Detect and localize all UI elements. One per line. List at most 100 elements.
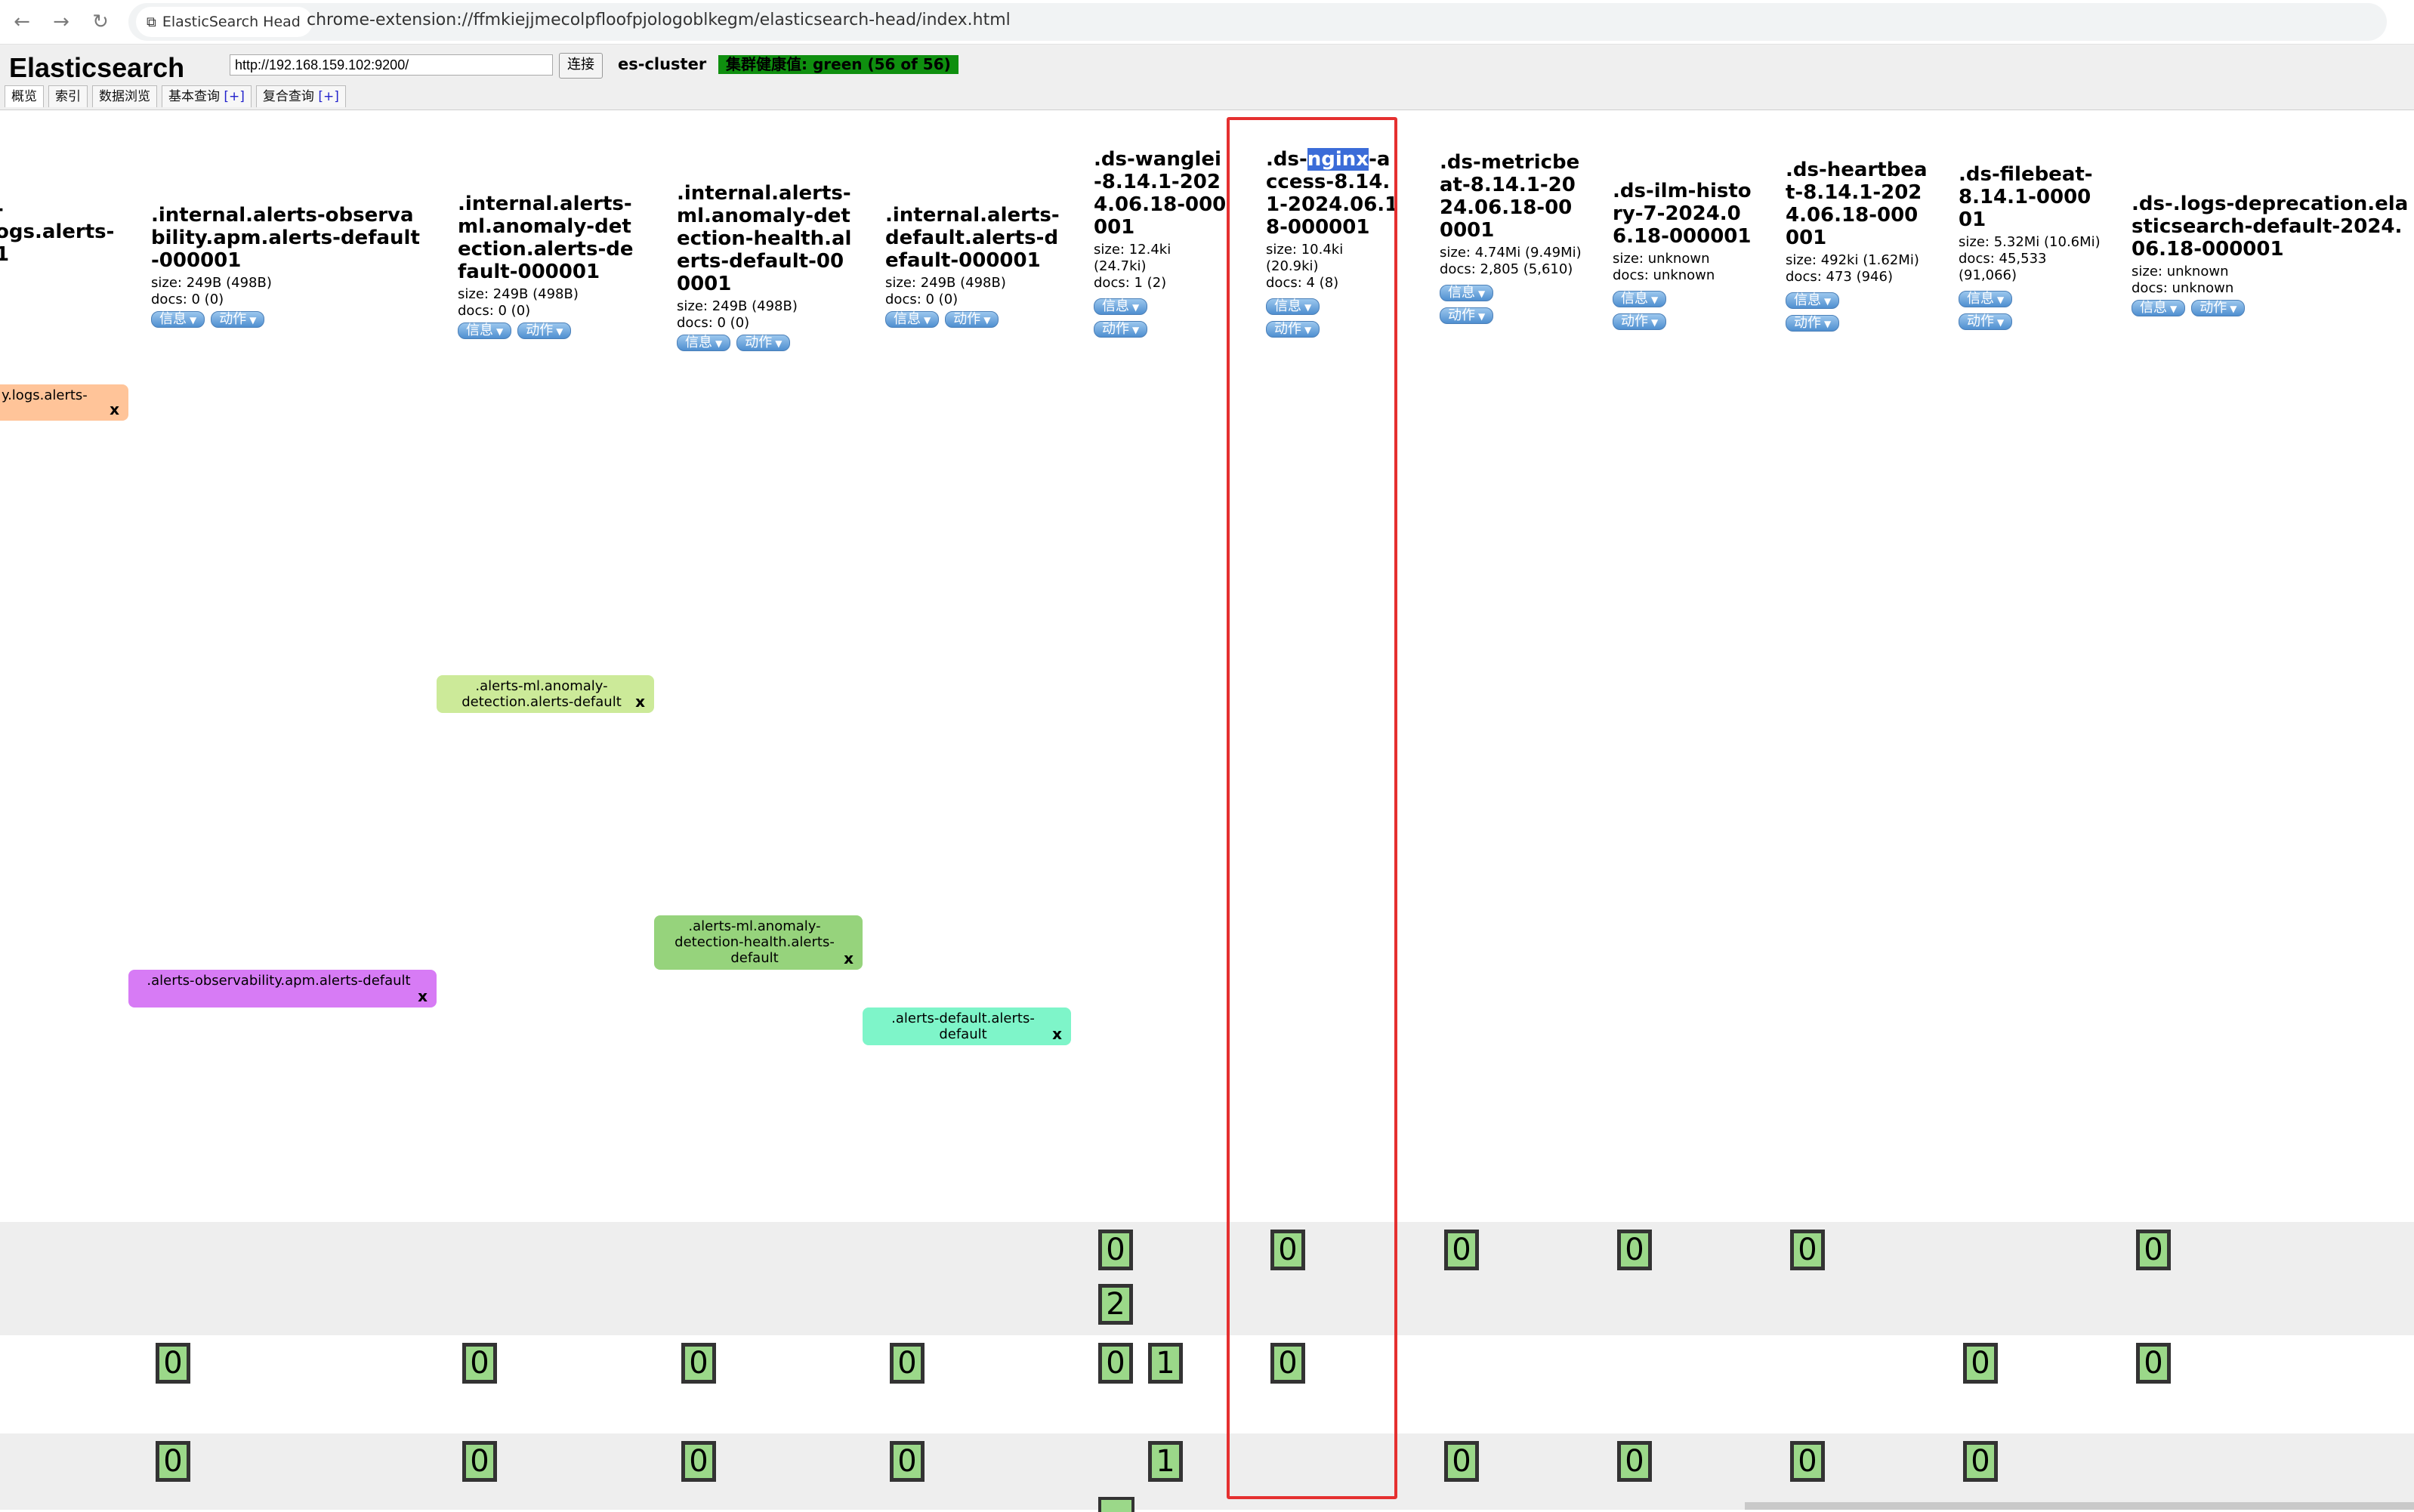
connect-button[interactable]: 连接 — [559, 53, 603, 79]
shard-box[interactable]: 0 — [2136, 1343, 2171, 1384]
chevron-down-icon: ▼ — [249, 315, 257, 326]
action-button[interactable]: 动作 ▼ — [945, 311, 999, 328]
close-icon[interactable]: x — [1052, 1026, 1062, 1042]
chevron-down-icon: ▼ — [2170, 304, 2178, 314]
shard-box[interactable]: 0 — [681, 1343, 716, 1384]
cluster-url-input[interactable] — [230, 54, 553, 76]
index-size: size: 249B (498B) — [677, 298, 798, 314]
action-button[interactable]: 动作 ▼ — [517, 322, 572, 339]
action-button[interactable]: 动作 ▼ — [1959, 313, 2013, 330]
shard-box[interactable]: 0 — [1617, 1441, 1652, 1482]
index-column-header: .ds-.logs-deprecation.elasticsearch-defa… — [2132, 193, 2411, 316]
tab-browser[interactable]: 数据浏览 — [92, 85, 157, 107]
shard-box[interactable]: 0 — [890, 1441, 925, 1482]
shard-box[interactable]: 0 — [1790, 1230, 1825, 1270]
shard-box[interactable]: 0 — [1963, 1441, 1998, 1482]
tab-add[interactable]: [+] — [318, 89, 339, 104]
shard-box[interactable]: 0 — [156, 1343, 190, 1384]
shard-box[interactable]: 0 — [1098, 1230, 1133, 1270]
info-button[interactable]: 信息 ▼ — [2132, 300, 2186, 316]
tab-overview[interactable]: 概览 — [5, 85, 44, 107]
horizontal-scrollbar[interactable] — [1745, 1502, 2414, 1510]
info-button-label: 信息 — [685, 335, 712, 350]
info-button[interactable]: 信息 ▼ — [458, 322, 512, 339]
action-button-label: 动作 — [1621, 313, 1648, 329]
action-button[interactable]: 动作 ▼ — [2191, 300, 2246, 316]
close-icon[interactable]: x — [844, 951, 854, 967]
alias-label[interactable]: .alerts-default.alerts-default x — [863, 1007, 1071, 1045]
index-name: .ds-heartbeat-8.14.1-2024.06.18-000001 — [1786, 159, 1928, 249]
site-chip[interactable]: ⧉ ElasticSearch Head — [136, 7, 313, 37]
alias-label[interactable]: .alerts-ml.anomaly-detection.alerts-defa… — [437, 675, 654, 713]
info-button[interactable]: 信息 ▼ — [1440, 284, 1494, 301]
tab-basic-query[interactable]: 基本查询 [+] — [162, 85, 252, 107]
tab-indices[interactable]: 索引 — [48, 85, 88, 107]
alias-name: y.logs.alerts- — [2, 387, 88, 403]
alias-label[interactable]: y.logs.alerts- x — [0, 384, 128, 421]
shard-box[interactable]: 1 — [1148, 1343, 1183, 1384]
shard-box[interactable]: 0 — [1444, 1230, 1479, 1270]
index-size: size: 5.32Mi (10.6Mi) — [1959, 234, 2101, 250]
browser-chrome: ← → ↻ ⧉ ElasticSearch Head chrome-extens… — [0, 0, 2414, 45]
action-button[interactable]: 动作 ▼ — [736, 335, 791, 351]
action-button[interactable]: 动作 ▼ — [1440, 307, 1494, 324]
index-name: .ds-wanglei-8.14.1-2024.06.18-000001 — [1094, 148, 1227, 239]
index-name: .ds-.logs-deprecation.elasticsearch-defa… — [2132, 193, 2409, 261]
action-button[interactable]: 动作 ▼ — [1094, 320, 1148, 338]
close-icon[interactable]: x — [418, 989, 428, 1004]
shard-box[interactable]: 0 — [462, 1441, 497, 1482]
alias-label[interactable]: .alerts-ml.anomaly-detection-health.aler… — [654, 915, 863, 970]
action-button[interactable]: 动作 ▼ — [211, 311, 265, 328]
index-size: size: 249B (498B) — [151, 275, 272, 291]
chevron-down-icon: ▼ — [775, 338, 783, 349]
info-button[interactable]: 信息 ▼ — [1786, 292, 1840, 309]
info-button[interactable]: 信息 ▼ — [151, 311, 205, 328]
index-size: size: 4.74Mi (9.49Mi) — [1440, 245, 1582, 261]
close-icon[interactable]: x — [635, 694, 645, 710]
chevron-down-icon: ▼ — [1132, 324, 1140, 335]
shard-box[interactable]: 2 — [1098, 1284, 1133, 1325]
info-button[interactable]: 信息 ▼ — [677, 335, 731, 351]
shard-box[interactable]: 0 — [1444, 1441, 1479, 1482]
alias-label[interactable]: .alerts-observability.apm.alerts-default… — [128, 970, 437, 1007]
index-size: size: 249B (498B) — [885, 275, 1006, 291]
index-column-header: .internal.alerts-default.alerts-default-… — [885, 204, 1060, 328]
action-button[interactable]: 动作 ▼ — [1613, 313, 1667, 330]
index-column-header: .ds-metricbeat-8.14.1-2024.06.18-000001 … — [1440, 151, 1583, 326]
reload-icon[interactable]: ↻ — [89, 11, 112, 33]
shard-box[interactable]: 0 — [1790, 1441, 1825, 1482]
shard-box[interactable]: 0 — [462, 1343, 497, 1384]
index-size: size: 12.4ki (24.7ki) — [1094, 242, 1172, 274]
info-button[interactable]: 信息 ▼ — [1613, 290, 1667, 307]
index-column-header: .ds-heartbeat-8.14.1-2024.06.18-000001 s… — [1786, 159, 1929, 334]
info-button[interactable]: 信息 ▼ — [885, 311, 940, 328]
tab-add[interactable]: [+] — [224, 89, 245, 104]
index-docs: docs: 0 (0) — [458, 303, 531, 319]
close-icon[interactable]: x — [110, 402, 119, 418]
shard-box[interactable]: 0 — [681, 1441, 716, 1482]
shard-box[interactable]: 0 — [890, 1343, 925, 1384]
info-button-label: 信息 — [1621, 290, 1648, 307]
info-button[interactable]: 信息 ▼ — [1959, 290, 2013, 307]
shard-box-partial[interactable] — [1098, 1497, 1134, 1512]
tab-compound-query[interactable]: 复合查询 [+] — [255, 85, 346, 107]
chevron-down-icon: ▼ — [1824, 318, 1832, 329]
alias-name: .alerts-ml.anomaly-detection.alerts-defa… — [462, 678, 622, 710]
info-button[interactable]: 信息 ▼ — [1094, 298, 1148, 315]
back-icon[interactable]: ← — [11, 11, 33, 33]
shard-box[interactable]: 0 — [1963, 1343, 1998, 1384]
shard-box[interactable]: 0 — [156, 1441, 190, 1482]
action-button-label: 动作 — [526, 322, 554, 338]
cluster-health-badge: 集群健康值: green (56 of 56) — [718, 55, 958, 74]
site-chip-label: ElasticSearch Head — [162, 14, 301, 30]
shard-box[interactable]: 0 — [1617, 1230, 1652, 1270]
forward-icon[interactable]: → — [50, 11, 73, 33]
index-name: .internal.alerts-observability.apm.alert… — [151, 204, 420, 272]
shard-box[interactable]: 0 — [2136, 1230, 2171, 1270]
action-button[interactable]: 动作 ▼ — [1786, 314, 1840, 332]
main-tabs: 概览 索引 数据浏览 基本查询 [+] 复合查询 [+] — [5, 85, 346, 107]
shard-box[interactable]: 0 — [1098, 1343, 1133, 1384]
action-button-label: 动作 — [219, 311, 247, 327]
shard-box[interactable]: 1 — [1148, 1441, 1183, 1482]
url-text[interactable]: chrome-extension://ffmkiejjmecolpfloofpj… — [307, 11, 1011, 29]
